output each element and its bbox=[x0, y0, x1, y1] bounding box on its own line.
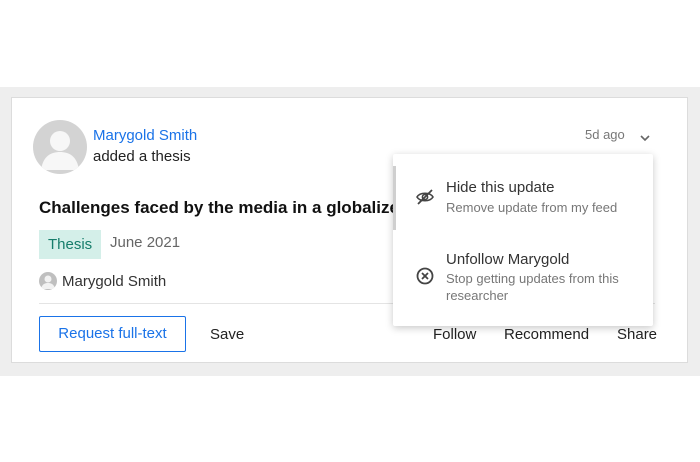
save-button[interactable]: Save bbox=[210, 326, 244, 343]
menu-item-unfollow-subtitle-line2: researcher bbox=[446, 288, 509, 303]
chevron-down-icon[interactable] bbox=[638, 130, 652, 142]
menu-item-unfollow-subtitle-line1: Stop getting updates from this bbox=[446, 271, 619, 286]
circle-x-icon bbox=[415, 266, 435, 286]
share-button[interactable]: Share bbox=[617, 326, 657, 343]
publication-type-badge: Thesis bbox=[39, 230, 102, 259]
eye-slash-icon bbox=[415, 187, 435, 207]
publication-date: June 2021 bbox=[110, 234, 181, 251]
author-name-link[interactable]: Marygold Smith bbox=[93, 127, 197, 144]
author-chip-avatar bbox=[39, 272, 57, 290]
person-avatar-icon bbox=[41, 131, 79, 170]
request-full-text-button[interactable]: Request full-text bbox=[39, 316, 186, 352]
post-action-text: added a thesis bbox=[93, 148, 191, 165]
publication-title[interactable]: Challenges faced by the media in a globa… bbox=[39, 198, 395, 218]
follow-button[interactable]: Follow bbox=[433, 326, 476, 343]
menu-item-unfollow-title: Unfollow Marygold bbox=[446, 251, 570, 268]
post-timestamp: 5d ago bbox=[585, 127, 625, 142]
menu-hover-indicator bbox=[393, 166, 396, 230]
recommend-button[interactable]: Recommend bbox=[504, 326, 589, 343]
person-avatar-icon bbox=[41, 275, 55, 289]
author-chip-name[interactable]: Marygold Smith bbox=[62, 273, 166, 290]
author-avatar[interactable] bbox=[33, 120, 87, 174]
menu-item-hide-title: Hide this update bbox=[446, 179, 555, 196]
menu-item-hide-subtitle: Remove update from my feed bbox=[446, 200, 618, 215]
